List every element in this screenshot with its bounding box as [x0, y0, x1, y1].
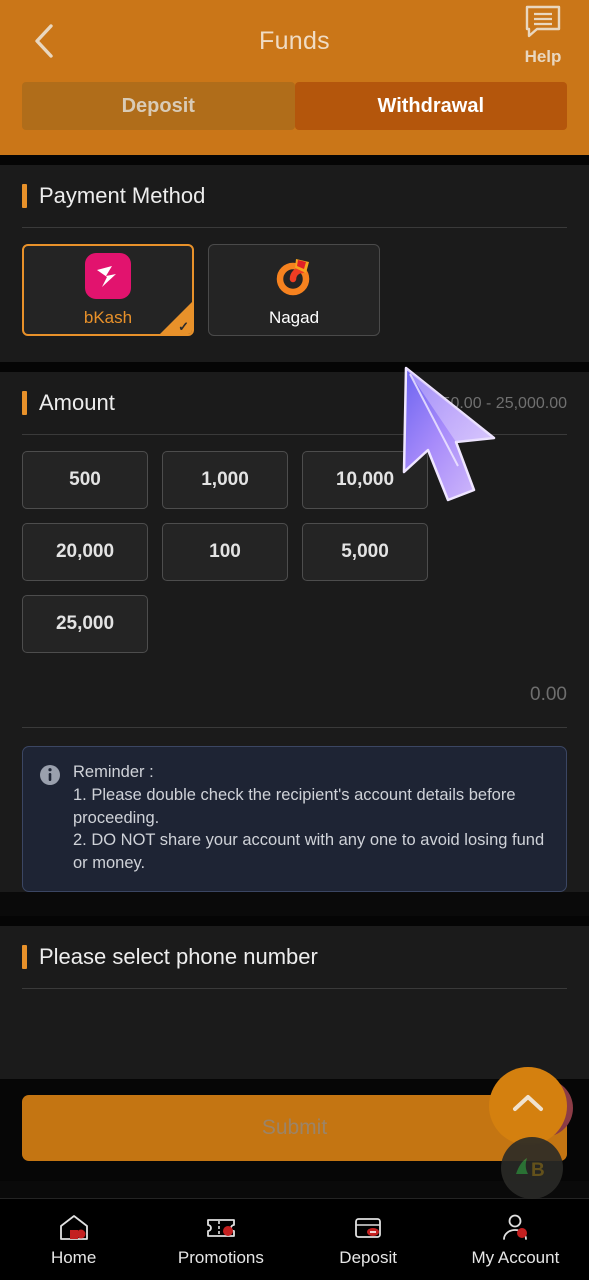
phone-number-empty-list[interactable]: [22, 989, 567, 1033]
accent-bar: [22, 391, 27, 415]
tab-withdrawal-label: Withdrawal: [377, 94, 485, 117]
amount-range-text: ৳50.00 - 25,000.00: [433, 394, 567, 412]
amount-preset-button[interactable]: 10,000: [302, 451, 428, 509]
submit-bar: Submit B: [0, 1066, 589, 1199]
help-label: Help: [524, 47, 562, 66]
nav-item-deposit-label: Deposit: [339, 1247, 397, 1267]
payment-method-bkash[interactable]: bKash ✓: [22, 244, 194, 336]
user-icon: [498, 1212, 532, 1242]
nav-item-promotions[interactable]: Promotions: [147, 1199, 294, 1280]
payment-method-title: Payment Method: [39, 183, 206, 208]
accent-bar: [22, 184, 27, 208]
amount-preset-button[interactable]: 500: [22, 451, 148, 509]
payment-method-header: Payment Method: [22, 165, 567, 227]
amount-preset-button[interactable]: 5,000: [302, 523, 428, 581]
reminder-line-2: 2. DO NOT share your account with any on…: [73, 831, 545, 873]
payment-method-bkash-label: bKash: [83, 307, 133, 327]
nagad-logo-icon: [271, 253, 317, 304]
help-button[interactable]: Help: [511, 4, 575, 67]
nav-item-my-account[interactable]: My Account: [442, 1199, 589, 1280]
section-gap-2: [0, 362, 589, 372]
payment-method-section: Payment Method bKash ✓ Nagad: [0, 165, 589, 362]
phone-number-header: Please select phone number: [22, 926, 567, 988]
app-root: Funds Help Deposit Withdrawal Payment Me…: [0, 0, 589, 1280]
nav-item-home-label: Home: [50, 1247, 97, 1267]
divider: [22, 727, 567, 728]
nav-item-home[interactable]: Home: [0, 1199, 147, 1280]
section-gap-3: [0, 915, 589, 926]
scroll-to-top-button[interactable]: [489, 1066, 567, 1145]
amount-preset-button[interactable]: 100: [162, 523, 288, 581]
nav-item-promotions-label: Promotions: [177, 1247, 264, 1267]
wallet-icon: [351, 1212, 385, 1242]
info-icon: [39, 764, 61, 786]
ticket-icon: [204, 1212, 238, 1242]
nav-item-my-account-label: My Account: [471, 1247, 560, 1267]
reminder-text: Reminder : 1. Please double check the re…: [73, 761, 550, 875]
amount-preset-button[interactable]: 1,000: [162, 451, 288, 509]
reminder-title: Reminder :: [73, 763, 154, 781]
accent-bar: [22, 944, 27, 969]
livechat-badge-icon[interactable]: B: [501, 1136, 563, 1199]
reminder-line-1: 1. Please double check the recipient's a…: [73, 785, 516, 827]
amount-preset-button[interactable]: 25,000: [22, 595, 148, 653]
page-header: Funds Help Deposit Withdrawal: [0, 0, 589, 155]
amount-input-row[interactable]: 0.00: [22, 663, 567, 727]
chevron-left-icon: [31, 23, 57, 59]
funds-tabs: Deposit Withdrawal: [0, 82, 589, 130]
amount-preset-button[interactable]: 20,000: [22, 523, 148, 581]
payment-method-nagad[interactable]: Nagad: [208, 244, 380, 336]
submit-button[interactable]: Submit: [22, 1094, 567, 1161]
check-icon: ✓: [178, 319, 189, 334]
payment-method-nagad-label: Nagad: [268, 307, 320, 327]
phone-number-section: Please select phone number: [0, 925, 589, 1079]
payment-method-list: bKash ✓ Nagad: [22, 228, 567, 362]
tab-deposit[interactable]: Deposit: [22, 82, 295, 130]
nav-item-deposit[interactable]: Deposit: [295, 1199, 442, 1280]
section-gap: [0, 155, 589, 165]
chevron-up-icon: [511, 1092, 545, 1119]
amount-header: Amount ৳50.00 - 25,000.00: [22, 372, 567, 434]
amount-title: Amount: [39, 390, 115, 415]
bottom-navigation: Home Promotions Deposit My Account: [0, 1198, 589, 1280]
header-bar: Funds Help: [0, 0, 589, 82]
bkash-logo-icon: [85, 252, 131, 304]
back-button[interactable]: [14, 11, 74, 71]
submit-label: Submit: [261, 1115, 328, 1139]
phone-number-title: Please select phone number: [39, 943, 318, 969]
tab-withdrawal[interactable]: Withdrawal: [294, 82, 567, 130]
reminder-box: Reminder : 1. Please double check the re…: [22, 746, 567, 892]
home-icon: [57, 1212, 91, 1242]
amount-input-value: 0.00: [530, 684, 567, 705]
svg-text:B: B: [531, 1160, 545, 1181]
amount-preset-grid: 500 1,000 10,000 20,000 100 5,000 25,000: [22, 435, 567, 653]
chat-bubble-icon: [523, 4, 563, 45]
page-title: Funds: [259, 26, 330, 55]
amount-section: Amount ৳50.00 - 25,000.00 500 1,000 10,0…: [0, 372, 589, 892]
tab-deposit-label: Deposit: [121, 94, 195, 117]
